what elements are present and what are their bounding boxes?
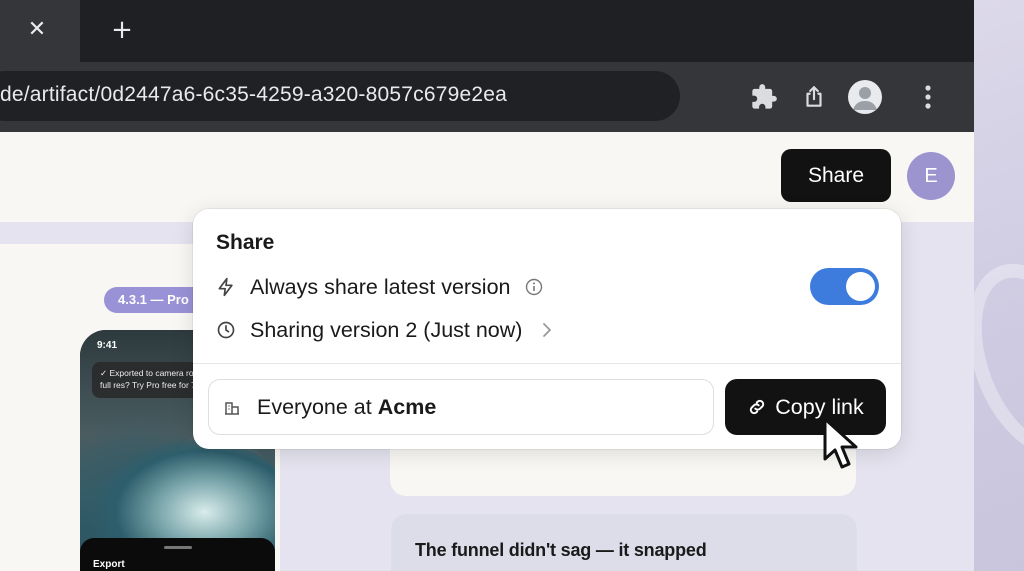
sheet-handle — [164, 546, 192, 549]
mouse-cursor-icon — [820, 416, 870, 478]
audience-text: Everyone at Acme — [257, 395, 436, 420]
always-share-label: Always share latest version — [250, 274, 511, 299]
text-card: The funnel didn't sag — it snapped — [391, 514, 857, 571]
share-button[interactable]: Share — [781, 149, 891, 202]
info-icon[interactable] — [525, 278, 543, 296]
share-popover: Share Always share latest version Sharin… — [193, 209, 901, 449]
always-share-toggle[interactable] — [810, 268, 879, 305]
export-sheet: Export — [80, 538, 275, 571]
toggle-knob — [846, 272, 875, 301]
audience-org: Acme — [377, 394, 437, 419]
puzzle-icon[interactable] — [746, 79, 782, 115]
always-share-row: Always share latest version — [215, 272, 543, 302]
profile-icon[interactable] — [847, 79, 883, 115]
version-row[interactable]: Sharing version 2 (Just now) — [215, 315, 554, 345]
chevron-right-icon[interactable] — [540, 323, 554, 337]
popover-title: Share — [216, 231, 275, 254]
url-text[interactable]: de/artifact/0d2447a6-6c35-4259-a320-8057… — [0, 83, 507, 107]
tab-strip: ✕ + — [0, 0, 974, 62]
share-icon[interactable] — [796, 79, 832, 115]
browser-toolbar: de/artifact/0d2447a6-6c35-4259-a320-8057… — [0, 62, 974, 132]
close-icon[interactable]: ✕ — [25, 18, 49, 42]
browser-tab[interactable]: ✕ — [0, 0, 80, 62]
divider — [193, 363, 901, 364]
avatar[interactable]: E — [907, 152, 955, 200]
more-vert-icon[interactable] — [910, 79, 946, 115]
lightning-icon — [215, 276, 237, 298]
version-label: Sharing version 2 (Just now) — [250, 317, 523, 342]
card-headline: The funnel didn't sag — it snapped — [415, 540, 707, 560]
address-bar[interactable]: de/artifact/0d2447a6-6c35-4259-a320-8057… — [0, 71, 680, 121]
browser-window: ✕ + de/artifact/0d2447a6-6c35-4259-a320-… — [0, 0, 974, 571]
export-label: Export — [93, 559, 125, 570]
building-icon — [223, 398, 241, 416]
audience-prefix: Everyone at — [257, 394, 378, 419]
link-icon — [747, 397, 767, 417]
audience-selector[interactable]: Everyone at Acme — [208, 379, 714, 435]
new-tab-button[interactable]: + — [108, 16, 136, 44]
clock-icon — [215, 319, 237, 341]
desktop-background — [943, 0, 1024, 571]
phone-time: 9:41 — [97, 340, 118, 351]
